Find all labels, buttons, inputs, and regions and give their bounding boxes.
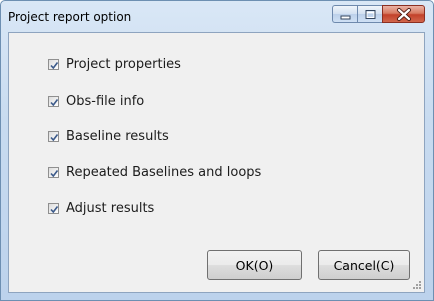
dialog-body: Project properties Obs-file info Baselin… [8, 32, 425, 293]
close-button[interactable] [382, 5, 425, 23]
minimize-icon [340, 15, 351, 20]
cancel-button[interactable]: Cancel(C) [318, 250, 410, 280]
title-bar[interactable]: Project report option [1, 1, 433, 33]
option-label: Adjust results [66, 200, 155, 216]
option-label: Baseline results [66, 128, 169, 144]
option-label: Project properties [66, 56, 181, 72]
checkmark-icon [50, 61, 59, 69]
option-obs-file-info[interactable]: Obs-file info [48, 92, 144, 110]
option-repeated-baselines[interactable]: Repeated Baselines and loops [48, 163, 261, 181]
window-title: Project report option [8, 10, 132, 24]
checkbox-repeated-baselines[interactable] [48, 166, 59, 178]
option-label: Obs-file info [66, 93, 145, 109]
checkbox-obs-file-info[interactable] [48, 95, 59, 107]
option-adjust-results[interactable]: Adjust results [48, 199, 154, 217]
checkbox-project-properties[interactable] [48, 58, 59, 70]
resize-grip-icon[interactable] [412, 280, 422, 290]
close-icon [397, 8, 411, 21]
checkmark-icon [50, 98, 59, 106]
option-project-properties[interactable]: Project properties [48, 55, 181, 73]
caption-buttons [332, 5, 425, 25]
minimize-button[interactable] [332, 5, 357, 23]
maximize-button[interactable] [357, 5, 382, 23]
maximize-icon [365, 10, 376, 19]
option-label: Repeated Baselines and loops [66, 164, 262, 180]
checkmark-icon [50, 205, 59, 213]
checkbox-baseline-results[interactable] [48, 130, 59, 142]
checkbox-adjust-results[interactable] [48, 202, 59, 214]
ok-button[interactable]: OK(O) [207, 250, 302, 280]
checkmark-icon [50, 169, 59, 177]
checkmark-icon [50, 133, 59, 141]
dialog-window: Project report option Project properties… [0, 0, 434, 301]
option-baseline-results[interactable]: Baseline results [48, 127, 169, 145]
